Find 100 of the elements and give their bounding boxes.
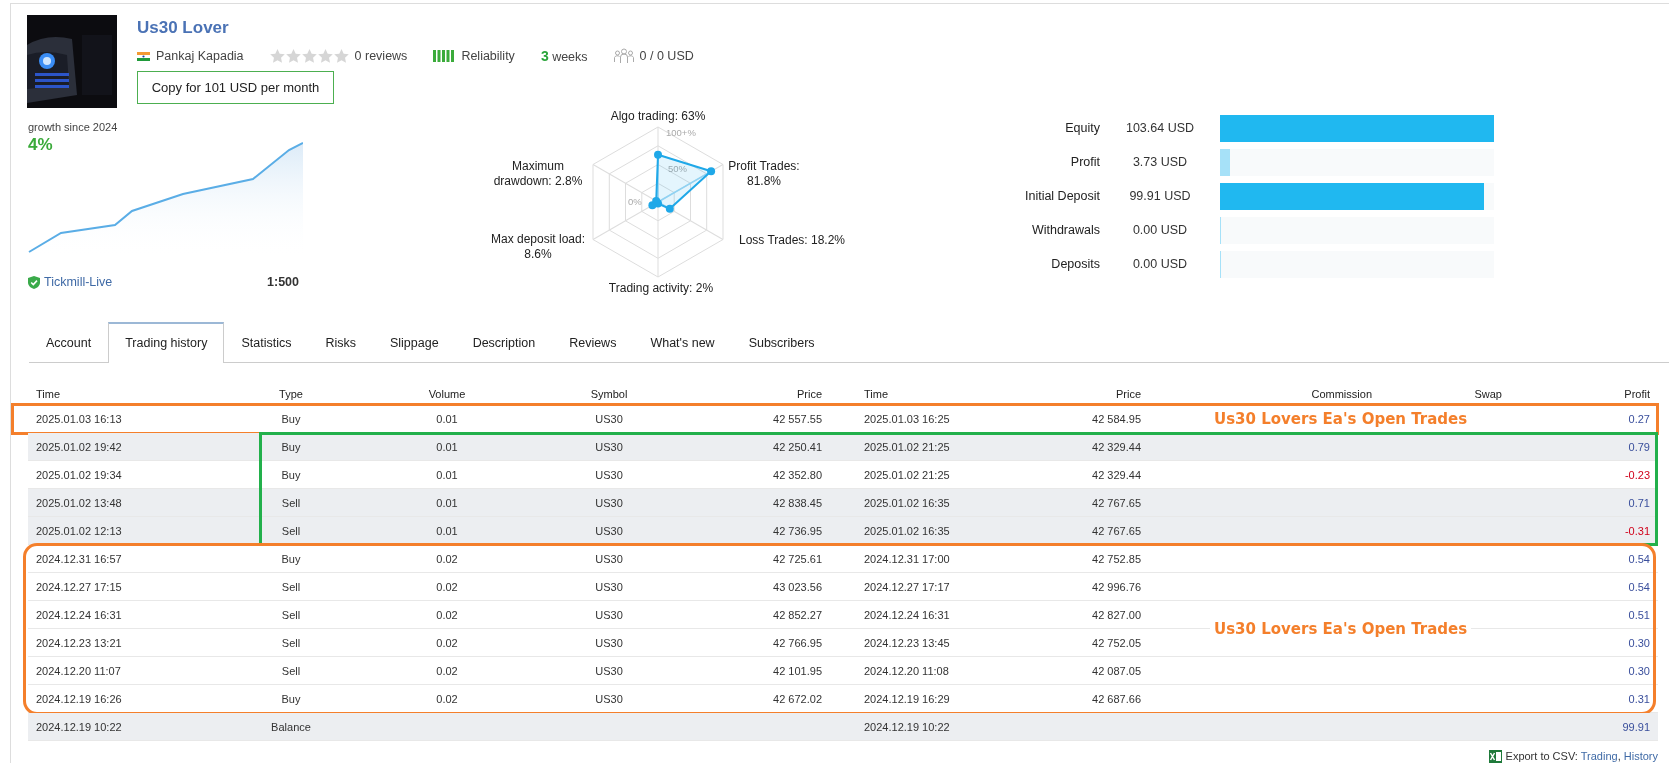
- tab[interactable]: Account: [29, 322, 109, 362]
- column-header[interactable]: Type: [210, 387, 372, 400]
- table-cell-text: 2025.01.02 13:48: [35, 496, 123, 509]
- column-header[interactable]: Commission: [1149, 387, 1380, 400]
- table-cell-text: 0.01: [435, 496, 459, 509]
- table-cell-text: 42 752.85: [1091, 552, 1142, 565]
- growth-value: 4%: [28, 134, 53, 156]
- table-cell-text: 0.79: [1627, 440, 1651, 453]
- tab[interactable]: Statistics: [224, 322, 309, 362]
- tab[interactable]: Risks: [308, 322, 373, 362]
- table-cell-text: 0.02: [435, 608, 459, 621]
- table-cell-text: 0.02: [435, 580, 459, 593]
- radar-shape: [648, 150, 716, 213]
- table-cell-text: 42 557.55: [772, 412, 823, 425]
- radar-axis-label: Loss Trades: 18.2%: [737, 233, 847, 248]
- radar-tick-label: 0%: [628, 196, 642, 207]
- table-cell-text: 42 250.41: [772, 440, 823, 453]
- tab[interactable]: Trading history: [108, 322, 225, 363]
- reliability-label: Reliability: [461, 49, 515, 63]
- metric-label: Deposits: [1050, 257, 1100, 271]
- strategy-title[interactable]: Us30 Lover: [137, 15, 694, 41]
- column-header[interactable]: Time: [28, 387, 210, 400]
- table-cell-text: Sell: [280, 664, 302, 677]
- table-cell-text: 2025.01.02 21:25: [863, 440, 951, 453]
- column-header[interactable]: Profit: [1510, 387, 1658, 400]
- table-cell-text: Sell: [280, 524, 302, 537]
- table-cell-text: 99.91: [1621, 720, 1651, 733]
- table-cell-text: 2025.01.02 16:35: [863, 524, 951, 537]
- metric-label: Initial Deposit: [1023, 189, 1100, 203]
- table-cell-text: 42 767.65: [1091, 524, 1142, 537]
- metric-label: Withdrawals: [1030, 223, 1100, 237]
- reviews-count[interactable]: 0 reviews: [354, 49, 408, 63]
- metric-value: 0.00 USD: [1131, 257, 1189, 271]
- table-cell-text: 0.01: [435, 412, 459, 425]
- export-text: Export to CSV: Trading, History: [1505, 749, 1658, 763]
- table-cell-text: 2024.12.31 17:00: [863, 552, 951, 565]
- table-cell-text: Buy: [280, 440, 302, 453]
- table-cell-text: 2024.12.23 13:21: [35, 636, 123, 649]
- copy-button[interactable]: Copy for 101 USD per month: [137, 71, 334, 104]
- table-cell-text: 2024.12.24 16:31: [35, 608, 123, 621]
- table-cell-text: Sell: [280, 636, 302, 649]
- tab[interactable]: Slippage: [372, 322, 456, 362]
- table-cell-text: 2025.01.02 19:34: [35, 468, 123, 481]
- column-header[interactable]: Volume: [372, 387, 522, 400]
- metric-value: 3.73 USD: [1131, 155, 1189, 169]
- star-icon: [333, 49, 349, 63]
- table-cell-text: 42 329.44: [1091, 440, 1142, 453]
- people-icon: [613, 48, 634, 64]
- table-cell-text: 42 767.65: [1091, 496, 1142, 509]
- tab[interactable]: Description: [455, 322, 553, 362]
- reliability-icon: [433, 50, 456, 62]
- table-cell-text: 2024.12.20 11:08: [863, 664, 950, 677]
- table-cell-text: -0.31: [1623, 524, 1651, 537]
- table-cell-text: 43 023.56: [772, 580, 823, 593]
- table-cell-text: 42 352.80: [772, 468, 823, 481]
- table-cell-text: 0.30: [1627, 636, 1651, 649]
- table-cell-text: 2025.01.02 19:42: [35, 440, 123, 453]
- table-cell-text: 0.02: [435, 636, 459, 649]
- author-name[interactable]: Pankaj Kapadia: [156, 49, 244, 63]
- radar-axis-label: Max deposit load: 8.6%: [489, 232, 587, 262]
- table-cell-text: 42 087.05: [1091, 664, 1142, 677]
- table-cell-text: 42 101.95: [772, 664, 823, 677]
- table-cell-text: 42 752.05: [1091, 636, 1142, 649]
- table-cell-text: US30: [594, 552, 624, 565]
- tab[interactable]: What's new: [633, 322, 732, 362]
- table-cell-text: 2024.12.23 13:45: [863, 636, 951, 649]
- table-cell-text: Buy: [280, 552, 302, 565]
- table-cell-text: 0.71: [1627, 496, 1651, 509]
- table-cell-text: 0.01: [435, 468, 459, 481]
- tab[interactable]: Reviews: [552, 322, 634, 362]
- column-header[interactable]: Time: [830, 387, 1000, 400]
- table-cell-text: 0.01: [435, 524, 459, 537]
- table-cell-text: 0.27: [1627, 412, 1651, 425]
- column-header[interactable]: Swap: [1380, 387, 1510, 400]
- star-icon: [285, 49, 301, 63]
- table-cell-text: 42 725.61: [772, 552, 823, 565]
- radar-axis-label: Profit Trades: 81.8%: [727, 159, 801, 189]
- column-header[interactable]: Price: [1000, 387, 1149, 400]
- spreadsheet-icon: [1488, 749, 1502, 763]
- metric-value: 99.91 USD: [1128, 189, 1192, 203]
- export-link[interactable]: Trading: [1580, 750, 1618, 762]
- tab[interactable]: Subscribers: [731, 322, 832, 362]
- table-cell-text: 2024.12.27 17:15: [35, 580, 123, 593]
- table-cell-text: US30: [594, 608, 624, 621]
- metric-label: Profit: [1069, 155, 1100, 169]
- column-header[interactable]: Symbol: [522, 387, 696, 400]
- broker-server-link[interactable]: Tickmill-Live: [44, 275, 113, 289]
- table-cell-text: US30: [594, 664, 624, 677]
- column-header[interactable]: Price: [696, 387, 830, 400]
- radar-axis-label: Trading activity: 2%: [607, 281, 715, 296]
- table-cell-text: Sell: [280, 496, 302, 509]
- export-link[interactable]: History: [1623, 750, 1658, 762]
- flag-icon: [137, 51, 150, 61]
- table-cell-text: 2024.12.20 11:07: [35, 664, 122, 677]
- table-cell-text: 2025.01.03 16:13: [35, 412, 123, 425]
- table-cell-text: 2025.01.03 16:25: [863, 412, 951, 425]
- star-icon: [317, 49, 333, 63]
- table-cell-text: 0.02: [435, 552, 459, 565]
- subscribers-funds: 0 / 0 USD: [639, 49, 694, 63]
- annotation-text: Us30 Lovers Ea's Open Trades: [1210, 620, 1472, 638]
